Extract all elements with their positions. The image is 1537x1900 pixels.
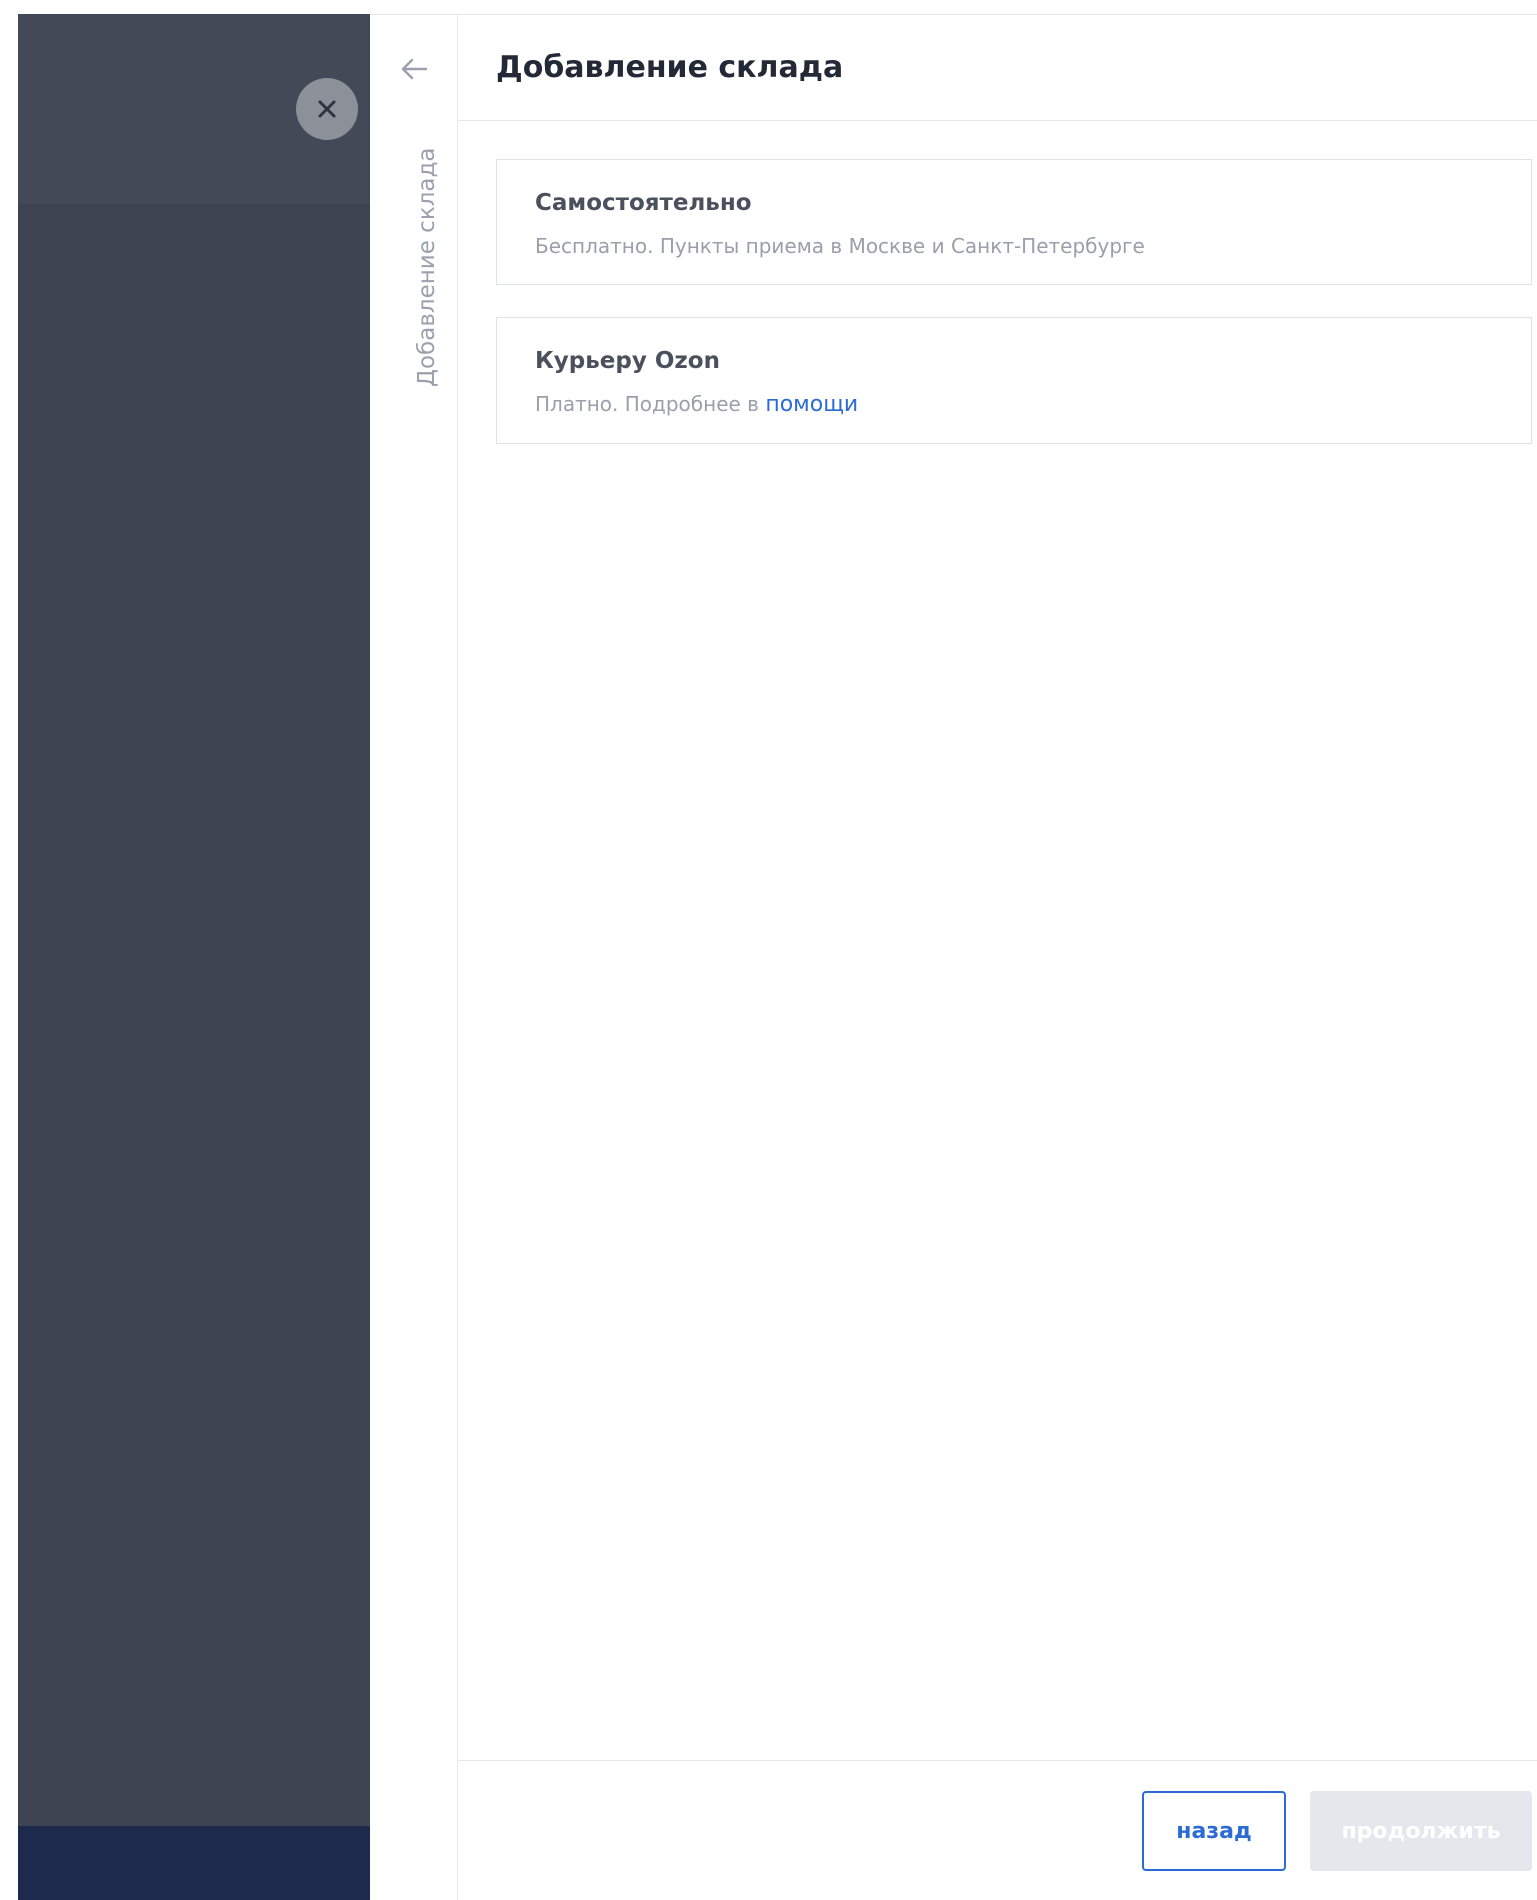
rail-title: Добавление склада — [414, 147, 440, 387]
close-button[interactable] — [296, 78, 358, 140]
panel-footer: назад продолжить — [458, 1760, 1537, 1900]
arrow-left-icon — [401, 58, 428, 80]
side-panel: Добавление склада Добавление склада Само… — [370, 14, 1537, 1900]
panel-content: Добавление склада Самостоятельно Бесплат… — [458, 15, 1537, 1900]
panel-header: Добавление склада — [458, 15, 1537, 121]
option-description: Бесплатно. Пункты приема в Москве и Санк… — [535, 234, 1145, 258]
continue-button[interactable]: продолжить — [1310, 1791, 1532, 1871]
page-title: Добавление склада — [496, 50, 844, 85]
option-description-text: Платно. Подробнее в — [535, 392, 766, 416]
close-icon — [318, 100, 336, 118]
option-description: Платно. Подробнее в помощи — [535, 392, 1493, 417]
modal-backdrop[interactable] — [18, 14, 370, 1900]
back-arrow-button[interactable] — [396, 51, 432, 87]
option-title: Самостоятельно — [535, 190, 752, 216]
back-button[interactable]: назад — [1142, 1791, 1286, 1871]
panel-rail: Добавление склада — [370, 15, 458, 1900]
backdrop-footer-bar — [18, 1826, 370, 1900]
delivery-options: Самостоятельно Бесплатно. Пункты приема … — [458, 121, 1537, 444]
option-self-delivery[interactable]: Самостоятельно Бесплатно. Пункты приема … — [496, 159, 1532, 285]
option-ozon-courier[interactable]: Курьеру Ozon Платно. Подробнее в помощи — [496, 317, 1532, 444]
help-link[interactable]: помощи — [765, 392, 858, 417]
option-title: Курьеру Ozon — [535, 348, 720, 374]
